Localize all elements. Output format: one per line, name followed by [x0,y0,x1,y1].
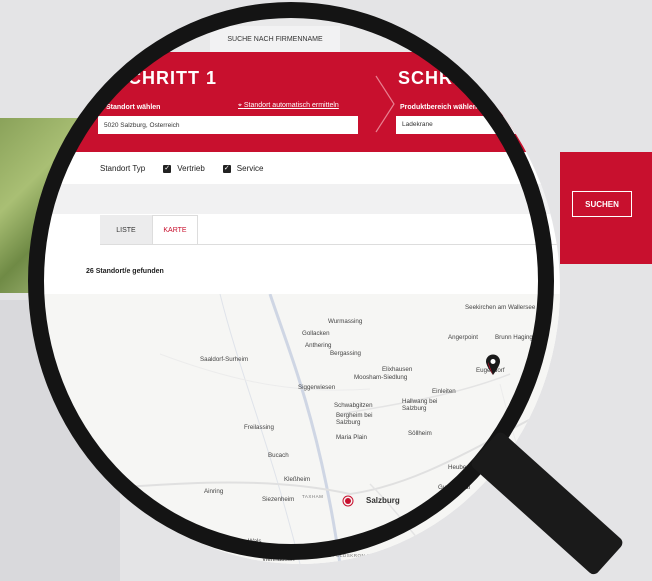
filter-band [40,184,560,214]
product-select[interactable]: Ladekrane [396,116,560,134]
map-place: Gollacken [302,330,330,337]
map-place: Teisendorf [44,490,73,497]
map-place: Siggerwiesen [298,384,336,391]
product-label: Produktbereich wählen [400,104,478,111]
map-place: Guggenthal [438,484,470,491]
map-view[interactable]: Seekirchen am Wallersee Wurmassing Anger… [40,294,560,564]
map-place: Bucach [268,452,289,459]
map-place: Söllheim [408,430,432,437]
map-place: LEOPOLDSKRON-MOOS [322,553,384,558]
map-place: Guggenthal [452,550,484,557]
map-place: Salzburg [366,496,400,505]
map-place: TAXHAM [302,494,324,499]
map-place: NONNTAL [364,536,389,541]
map-place: Bergheim bei Salzburg [336,412,373,426]
map-place: Anthering [305,342,332,349]
search-button[interactable]: SUCHEN [572,191,632,217]
checkbox-service-label: Service [236,164,264,173]
map-place: Wurmassing [328,318,363,325]
map-place: Wals [248,538,262,545]
checkbox-service[interactable]: ✓ [222,164,231,173]
map-place: Heuberg [448,464,472,471]
location-label: Standort wählen [106,104,161,111]
map-place: Siezenheim [262,496,295,503]
auto-locate-label: Standort automatisch ermitteln [243,102,339,109]
tab-map[interactable]: KARTE [152,215,198,245]
magnifier-lens: SUCHE NACH FIRMENNAME SCHRITT 1 Standort… [40,12,560,564]
checkbox-sales[interactable]: ✓ [163,164,172,173]
auto-locate-link[interactable]: ⌖ Standort automatisch ermitteln [238,102,339,110]
tab-divider [100,244,560,245]
location-type-filter: Standort Typ ✓ Vertrieb ✓ Service [100,164,263,173]
map-place: Viehhausen [262,556,295,563]
map-place: Kleßheim [284,476,311,483]
map-place: Maria Plain [336,434,367,441]
map-place: Freilassing [244,424,274,431]
map-place: Seekirchen am Wallersee [465,304,536,311]
map-place: Elixhausen [382,366,413,373]
map-place: Bergassing [330,350,361,357]
current-location-icon [342,495,354,507]
step2-title: SCHRITT 2 [398,68,501,88]
location-input[interactable] [98,116,358,134]
location-type-label: Standort Typ [100,164,146,173]
map-place: Hallwang bei Salzburg [402,398,438,412]
map-place: Brunn Haging [495,334,533,341]
tab-company-search[interactable]: SUCHE NACH FIRMENNAME [210,26,340,52]
map-place: Moosham-Siedlung [354,374,408,381]
map-place: Angerpoint [448,334,478,341]
map-place: Saaldorf-Surheim [200,356,249,363]
result-count: 26 Standort/e gefunden [86,268,164,275]
map-place: Einleiten [432,388,456,395]
tab-list[interactable]: LISTE [100,215,152,245]
step1-title: SCHRITT 1 [115,68,218,88]
map-place: Ainring [204,488,224,495]
location-pin-icon[interactable] [485,354,501,376]
checkbox-sales-label: Vertrieb [177,164,205,173]
map-place: Schwabgitzen [334,402,373,409]
map-roads [40,294,560,564]
